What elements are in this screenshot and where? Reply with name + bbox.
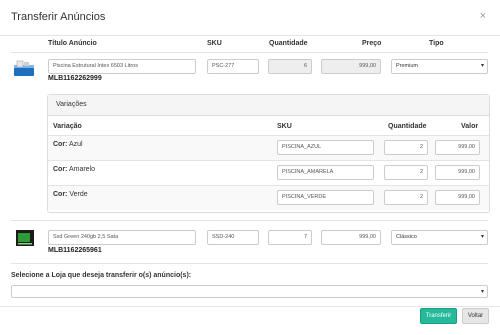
transfer-button[interactable]: Transferir <box>420 308 457 324</box>
section-divider <box>11 263 488 264</box>
listing-price-input[interactable]: 999,00 <box>321 230 381 245</box>
variation-quantity-col-header: Quantidade <box>388 123 427 130</box>
variation-col-header: Variação <box>53 123 82 130</box>
variation-sku-input[interactable]: PISCINA_AZUL <box>277 140 374 155</box>
variation-value-input[interactable]: 999,00 <box>435 165 480 180</box>
listing-sku-input[interactable]: SSD-240 <box>207 230 259 245</box>
listing-quantity-input: 6 <box>268 59 312 74</box>
variation-color: Azul <box>68 141 83 148</box>
variation-label: Cor: Verde <box>53 191 88 198</box>
variations-title: Variações <box>56 101 87 108</box>
caret-down-icon: ▾ <box>480 289 484 295</box>
col-sku-header: SKU <box>207 40 222 47</box>
listing-id: MLB1162265961 <box>48 247 102 254</box>
close-button[interactable]: × <box>480 11 486 22</box>
col-title-header: Título Anúncio <box>48 40 97 47</box>
variations-panel: Variações Variação SKU Quantidade Valor … <box>47 94 490 213</box>
variation-label-prefix: Cor: <box>53 141 68 148</box>
variation-value-input[interactable]: 999,00 <box>435 140 480 155</box>
listing-title-input[interactable]: Ssd Green 240gb 2,5 Sata <box>48 230 196 245</box>
listing-sku-input[interactable]: PSC-277 <box>207 59 259 74</box>
modal-header: Transferir Anúncios × <box>0 0 500 36</box>
caret-down-icon: ▾ <box>480 63 484 69</box>
variation-label-prefix: Cor: <box>53 191 68 198</box>
listing-id: MLB1162262999 <box>48 75 102 82</box>
listing-divider <box>11 220 488 221</box>
ssd-thumbnail <box>15 229 35 247</box>
listing-type-value: Clássico <box>396 234 417 240</box>
variation-sku-col-header: SKU <box>277 123 292 130</box>
variation-row-divider <box>48 160 489 161</box>
listing-type-value: Premium <box>396 63 419 69</box>
variation-sku-input[interactable]: PISCINA_VERDE <box>277 190 374 205</box>
back-button[interactable]: Voltar <box>462 308 489 324</box>
variation-value-input[interactable]: 999,00 <box>435 190 480 205</box>
header-divider <box>11 52 488 53</box>
listing-title-input[interactable]: Piscina Estrutural Intex 6503 Litros <box>48 59 196 74</box>
store-select-label: Selecione a Loja que deseja transferir o… <box>11 272 192 279</box>
variation-label-prefix: Cor: <box>53 166 68 173</box>
pool-thumbnail <box>13 59 35 79</box>
store-select[interactable]: ▾ <box>11 285 488 298</box>
listing-price-input: 999,00 <box>321 59 381 74</box>
listing-type-select[interactable]: Premium ▾ <box>391 59 488 74</box>
caret-down-icon: ▾ <box>480 234 484 240</box>
variation-quantity-input[interactable]: 2 <box>384 190 428 205</box>
variations-panel-header: Variações <box>48 95 489 116</box>
variation-sku-input[interactable]: PISCINA_AMARELA <box>277 165 374 180</box>
listing-type-select[interactable]: Clássico ▾ <box>391 230 488 245</box>
col-quantity-header: Quantidade <box>269 40 308 47</box>
col-type-header: Tipo <box>429 40 444 47</box>
variation-quantity-input[interactable]: 2 <box>384 165 428 180</box>
variation-quantity-input[interactable]: 2 <box>384 140 428 155</box>
variation-color: Amarelo <box>68 166 96 173</box>
listing-quantity-input[interactable]: 7 <box>268 230 312 245</box>
variation-value-col-header: Valor <box>461 123 479 130</box>
variation-label: Cor: Azul <box>53 141 83 148</box>
modal-title: Transferir Anúncios <box>11 11 106 23</box>
col-price-header: Preço <box>362 40 382 47</box>
variation-color: Verde <box>69 191 88 198</box>
footer-divider <box>0 306 500 307</box>
variation-label: Cor: Amarelo <box>53 166 95 173</box>
